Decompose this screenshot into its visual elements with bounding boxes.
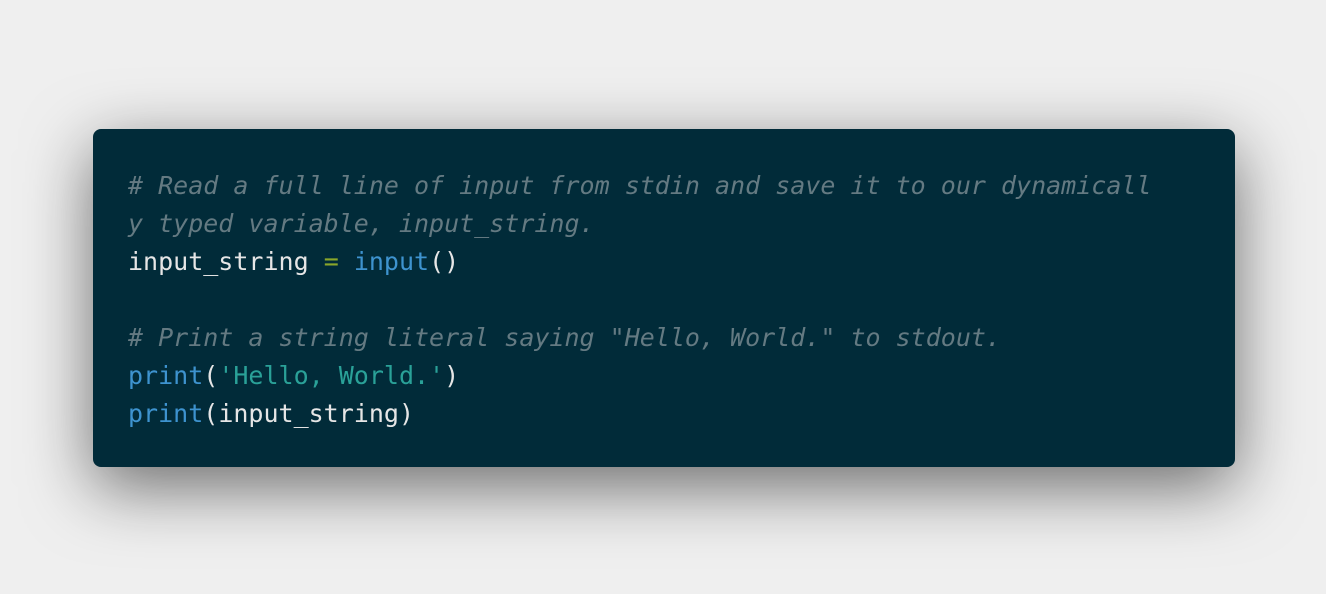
punctuation-token: ): [398, 399, 415, 428]
code-line-1: # Read a full line of input from stdin a…: [128, 167, 1201, 205]
code-line-3: input_string = input(): [128, 243, 1201, 281]
code-block: # Read a full line of input from stdin a…: [93, 129, 1235, 467]
operator-token: =: [323, 247, 339, 276]
function-token: print: [128, 361, 204, 390]
punctuation-token: (: [203, 399, 219, 428]
code-content: # Read a full line of input from stdin a…: [128, 167, 1201, 433]
function-token: input: [353, 247, 430, 276]
comment-token: # Read a full line of input from stdin a…: [128, 171, 1152, 200]
punctuation-token: (): [429, 247, 460, 276]
code-line-2: y typed variable, input_string.: [128, 205, 1201, 243]
punctuation-token: ): [444, 361, 460, 390]
code-line-5: # Print a string literal saying "Hello, …: [128, 319, 1201, 357]
variable-token: input_string: [128, 247, 309, 276]
function-token: print: [128, 399, 204, 428]
comment-token: y typed variable, input_string.: [128, 209, 595, 238]
string-token: 'Hello, World.': [218, 361, 445, 390]
variable-token: input_string: [218, 399, 399, 428]
code-line-7: print(input_string): [128, 395, 1201, 433]
code-line-6: print('Hello, World.'): [128, 357, 1201, 395]
comment-token: # Print a string literal saying "Hello, …: [128, 323, 1001, 352]
punctuation-token: (: [203, 361, 219, 390]
